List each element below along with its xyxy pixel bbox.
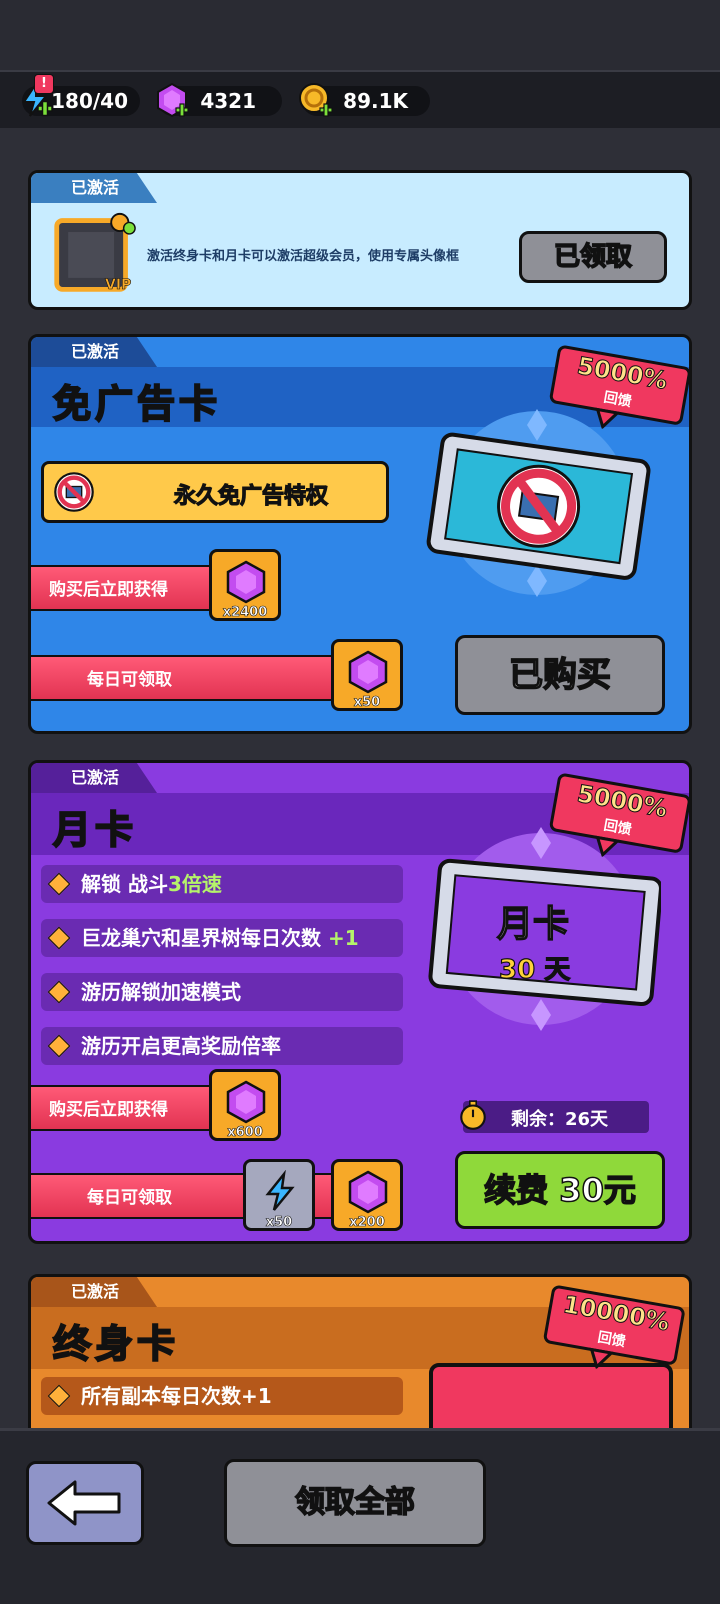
energy-value: 180/40 (51, 89, 128, 113)
feature-text: 游历解锁加速模式 (81, 980, 241, 1004)
claim-all-button[interactable]: 领取全部 (224, 1459, 486, 1547)
no-ads-icon (54, 472, 94, 512)
month-card-panel: 已激活 月卡 解锁 战斗3倍速 巨龙巢穴和星界树每日次数 +1 游历解锁加速模式… (28, 760, 692, 1244)
daily-reward-ribbon: 每日可领取 (31, 655, 347, 701)
gem-icon (348, 1170, 388, 1214)
feature-row: 所有副本每日次数+1 (41, 1377, 403, 1415)
daily-energy-reward[interactable]: x50 (243, 1159, 315, 1231)
daily-qty: x50 (353, 695, 381, 711)
feature-highlight: +1 (327, 926, 359, 950)
bottom-bar: 领取全部 (0, 1428, 720, 1604)
activated-tag: 已激活 (31, 337, 158, 367)
resource-bar: ! 180/40 4321 89.1K (0, 70, 720, 130)
life-card-title: 终身卡 (52, 1321, 180, 1367)
activated-tag: 已激活 (31, 173, 158, 203)
instant-reward-ribbon: 购买后立即获得 (31, 565, 227, 611)
ticket-title: 月卡 (496, 903, 570, 946)
energy-alert-icon: ! (34, 74, 54, 94)
coin-counter[interactable]: 89.1K (299, 83, 430, 117)
life-card-panel: 已激活 终身卡 所有副本每日次数+1 10000% 回馈 (28, 1274, 692, 1428)
coin-value: 89.1K (343, 89, 408, 113)
feature-row: 游历开启更高奖励倍率 (41, 1027, 403, 1065)
vip-description: 激活终身卡和月卡可以激活超级会员，使用专属头像框 (147, 249, 460, 264)
vip-frame-label: VIP (105, 277, 132, 294)
noad-ticket-icon (426, 409, 651, 597)
diamond-bullet-icon (47, 1034, 71, 1058)
daily-gem-reward[interactable]: x50 (331, 639, 403, 711)
purchased-button[interactable]: 已购买 (455, 635, 665, 715)
gem-icon (348, 650, 388, 694)
instant-gem-reward[interactable]: x2400 (209, 549, 281, 621)
feature-row: 游历解锁加速模式 (41, 973, 403, 1011)
feature-text: 所有副本每日次数+1 (81, 1384, 272, 1408)
noad-card-title: 免广告卡 (52, 381, 222, 427)
activated-tag: 已激活 (31, 763, 158, 793)
back-arrow-icon (47, 1480, 121, 1526)
ticket-days: 30 天 (498, 954, 571, 985)
remaining-text: 剩余：26天 (511, 1109, 609, 1130)
remaining-time: 剩余：26天 (460, 1100, 649, 1133)
gem-counter[interactable]: 4321 (157, 82, 282, 118)
stopwatch-icon (460, 1100, 486, 1130)
activated-tag: 已激活 (31, 1277, 158, 1307)
instant-qty: x2400 (222, 605, 268, 621)
noad-privilege-bar: 永久免广告特权 (41, 461, 389, 523)
daily-gem-reward[interactable]: x200 (331, 1159, 403, 1231)
diamond-bullet-icon (47, 872, 71, 896)
coin-icon (299, 83, 333, 117)
gem-icon (157, 82, 189, 118)
card-list[interactable]: 已激活 VIP 激活终身卡和月卡可以激活超级会员，使用专属头像框 已领取 已激活… (0, 128, 720, 1428)
daily-gem-qty: x200 (349, 1215, 385, 1231)
energy-counter[interactable]: ! 180/40 (22, 74, 140, 117)
diamond-bullet-icon (47, 980, 71, 1004)
instant-qty: x600 (227, 1125, 263, 1141)
feature-row: 巨龙巢穴和星界树每日次数 +1 (41, 919, 403, 957)
gem-icon (226, 1080, 266, 1124)
gem-value: 4321 (200, 89, 256, 113)
feature-text: 解锁 战斗 (81, 872, 168, 896)
back-button[interactable] (26, 1461, 144, 1545)
instant-reward-ribbon: 购买后立即获得 (31, 1085, 227, 1131)
noad-card-panel: 已激活 免广告卡 永久免广告特权 5000% 回馈 购买后立即获得 x2400 … (28, 334, 692, 734)
daily-energy-qty: x50 (265, 1215, 293, 1231)
feature-text: 游历开启更高奖励倍率 (81, 1034, 281, 1058)
renew-button[interactable]: 续费 30元 (455, 1151, 665, 1229)
gem-icon (226, 560, 266, 604)
noad-privilege-text: 永久免广告特权 (173, 483, 329, 509)
claimed-button[interactable]: 已领取 (519, 231, 667, 283)
feature-row: 解锁 战斗3倍速 (41, 865, 403, 903)
vip-frame-panel: 已激活 VIP 激活终身卡和月卡可以激活超级会员，使用专属头像框 已领取 (28, 170, 692, 310)
feature-highlight: 3倍速 (167, 872, 222, 896)
feature-text: 巨龙巢穴和星界树每日次数 (81, 926, 328, 950)
diamond-bullet-icon (47, 926, 71, 950)
instant-gem-reward[interactable]: x600 (209, 1069, 281, 1141)
diamond-bullet-icon (47, 1384, 71, 1408)
month-card-title: 月卡 (52, 807, 138, 853)
energy-icon (265, 1170, 295, 1211)
